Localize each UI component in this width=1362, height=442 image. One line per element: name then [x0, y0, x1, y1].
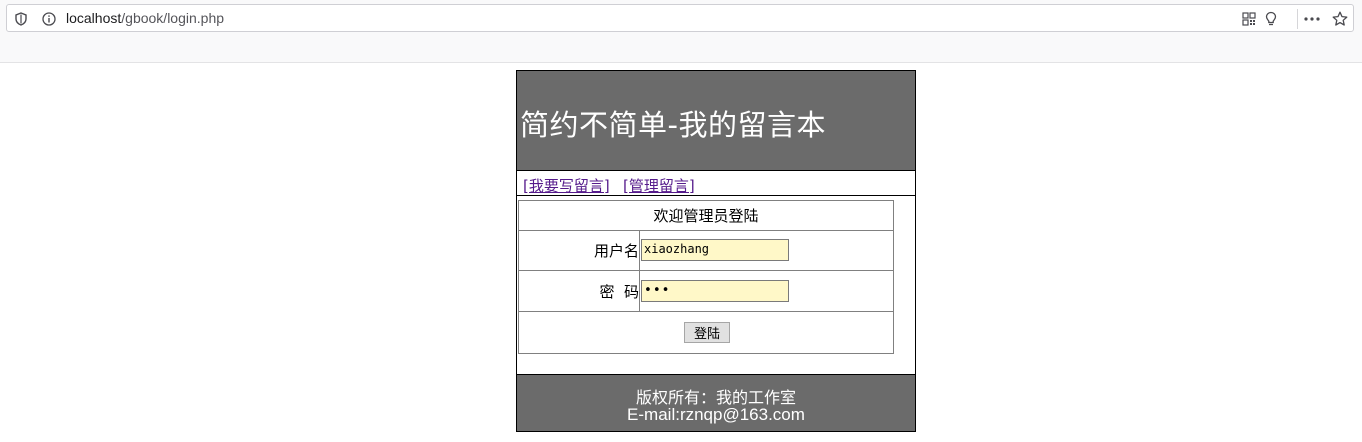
- username-input[interactable]: xiaozhang: [641, 239, 789, 261]
- login-button[interactable]: 登陆: [684, 322, 730, 343]
- lightbulb-icon[interactable]: [1263, 11, 1279, 27]
- star-icon[interactable]: [1332, 11, 1348, 27]
- write-message-link[interactable]: [我要写留言]: [523, 175, 610, 196]
- login-form: 欢迎管理员登陆 用户名 xiaozhang 密 码 ••• 登陆: [518, 200, 894, 354]
- browser-toolbar: localhost/gbook/login.php: [0, 0, 1362, 63]
- page-title: 简约不简单-我的留言本: [520, 108, 826, 142]
- manage-messages-link[interactable]: [管理留言]: [623, 175, 695, 196]
- page-header: 简约不简单-我的留言本: [517, 71, 915, 171]
- username-row: 用户名 xiaozhang: [519, 231, 893, 271]
- more-icon[interactable]: [1304, 11, 1320, 27]
- url-host: localhost: [66, 10, 122, 26]
- page-footer: 版权所有：我的工作室 E-mail:rznqp@163.com: [517, 374, 915, 431]
- email-text: E-mail:rznqp@163.com: [627, 405, 805, 424]
- url-path: /gbook/login.php: [121, 10, 225, 26]
- qr-code-icon[interactable]: [1241, 11, 1257, 27]
- username-label: 用户名: [519, 231, 640, 270]
- welcome-text: 欢迎管理员登陆: [653, 207, 759, 225]
- toolbar-separator: [1297, 9, 1298, 29]
- submit-row: 登陆: [519, 312, 893, 353]
- welcome-row: 欢迎管理员登陆: [519, 201, 893, 231]
- address-bar[interactable]: localhost/gbook/login.php: [6, 4, 1354, 32]
- password-label: 密 码: [519, 271, 640, 311]
- shield-icon[interactable]: [13, 11, 29, 27]
- nav-bar: [我要写留言] [管理留言]: [517, 171, 915, 196]
- password-row: 密 码 •••: [519, 271, 893, 312]
- info-icon[interactable]: [41, 11, 57, 27]
- guestbook-page: 简约不简单-我的留言本 [我要写留言] [管理留言] 欢迎管理员登陆 用户名 x…: [516, 70, 916, 432]
- password-input[interactable]: •••: [641, 280, 789, 302]
- url-text[interactable]: localhost/gbook/login.php: [66, 10, 224, 26]
